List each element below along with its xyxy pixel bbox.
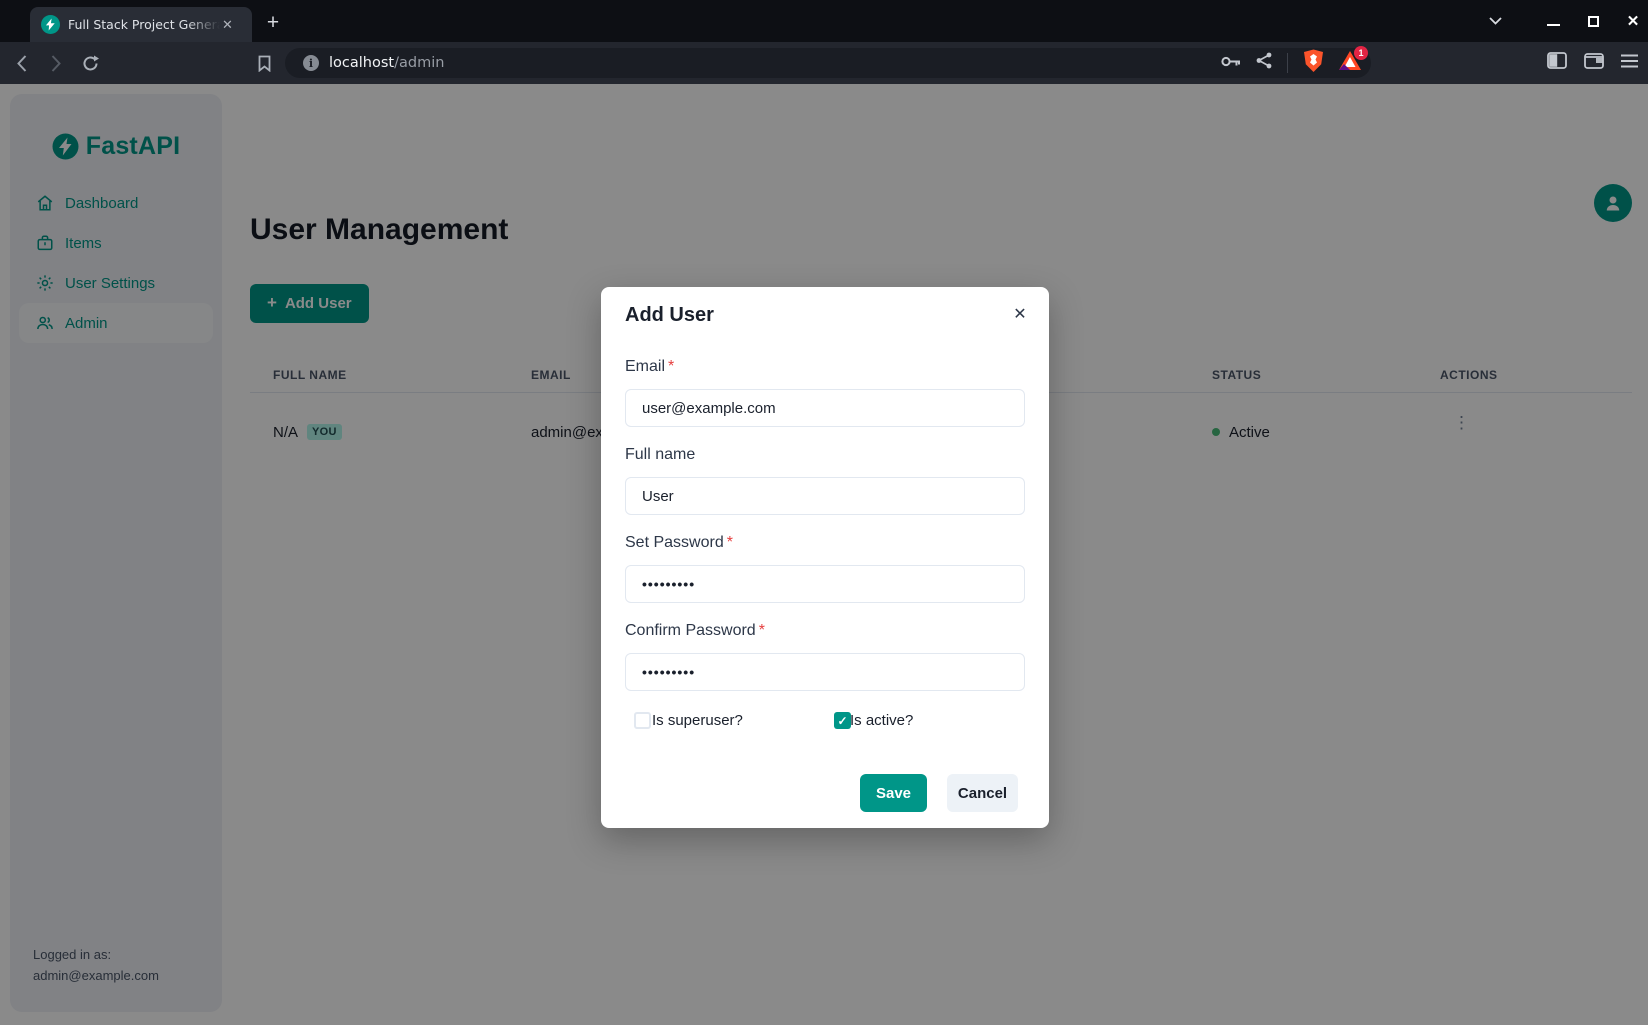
window-close-button[interactable]: ✕	[1624, 12, 1642, 30]
address-bar[interactable]: i localhost/admin 1	[285, 48, 1371, 78]
confirm-password-field[interactable]	[625, 653, 1025, 691]
confirm-password-label: Confirm Password*	[625, 622, 765, 640]
set-password-label: Set Password*	[625, 534, 733, 552]
is-active-label: Is active?	[850, 712, 913, 729]
site-info-icon[interactable]: i	[303, 55, 319, 71]
required-asterisk: *	[759, 622, 765, 639]
full-name-label: Full name	[625, 446, 695, 464]
email-label: Email*	[625, 358, 674, 376]
modal-title: Add User	[625, 304, 714, 327]
fastapi-favicon-icon	[41, 15, 60, 34]
is-active-checkbox[interactable]: ✓	[834, 712, 851, 729]
set-password-field[interactable]	[625, 565, 1025, 603]
is-superuser-checkbox[interactable]	[634, 712, 651, 729]
brave-shield-icon[interactable]	[1303, 49, 1324, 78]
tab-close-icon[interactable]: ✕	[222, 17, 233, 33]
rewards-badge: 1	[1354, 46, 1368, 60]
share-icon[interactable]	[1256, 52, 1272, 74]
sidebar-panel-icon[interactable]	[1547, 52, 1567, 74]
url-path: /admin	[394, 55, 444, 71]
forward-button-icon[interactable]	[40, 42, 72, 84]
save-button[interactable]: Save	[860, 774, 927, 812]
required-asterisk: *	[727, 534, 733, 551]
cancel-button[interactable]: Cancel	[947, 774, 1018, 812]
new-tab-button[interactable]: +	[258, 8, 288, 38]
brave-rewards-icon[interactable]: 1	[1339, 51, 1361, 76]
browser-window: Full Stack Project Genera ✕ + ✕ i local	[0, 0, 1648, 1025]
toolbar-divider	[1287, 53, 1288, 73]
checkbox-row: Is superuser? ✓ Is active?	[601, 711, 1049, 731]
add-user-modal: Add User ✕ Email* Full name Set Password…	[601, 287, 1049, 828]
email-field[interactable]	[625, 389, 1025, 427]
tab-title: Full Stack Project Genera	[68, 17, 220, 32]
saved-password-key-icon[interactable]	[1221, 54, 1241, 72]
wallet-icon[interactable]	[1584, 52, 1604, 74]
tab-search-chevron-icon[interactable]	[1486, 12, 1504, 30]
window-minimize-button[interactable]	[1544, 12, 1562, 30]
url-host: localhost	[329, 55, 394, 71]
menu-hamburger-icon[interactable]	[1621, 54, 1638, 73]
tab-strip: Full Stack Project Genera ✕ + ✕	[0, 0, 1648, 42]
is-superuser-label: Is superuser?	[652, 712, 743, 729]
window-maximize-button[interactable]	[1584, 12, 1602, 30]
required-asterisk: *	[668, 358, 674, 375]
url-text[interactable]: localhost/admin	[329, 55, 444, 71]
full-name-field[interactable]	[625, 477, 1025, 515]
modal-close-icon[interactable]: ✕	[1007, 301, 1033, 327]
browser-tab[interactable]: Full Stack Project Genera ✕	[30, 7, 252, 42]
back-button-icon[interactable]	[6, 42, 38, 84]
bookmark-icon[interactable]	[248, 42, 280, 84]
reload-button-icon[interactable]	[74, 42, 106, 84]
